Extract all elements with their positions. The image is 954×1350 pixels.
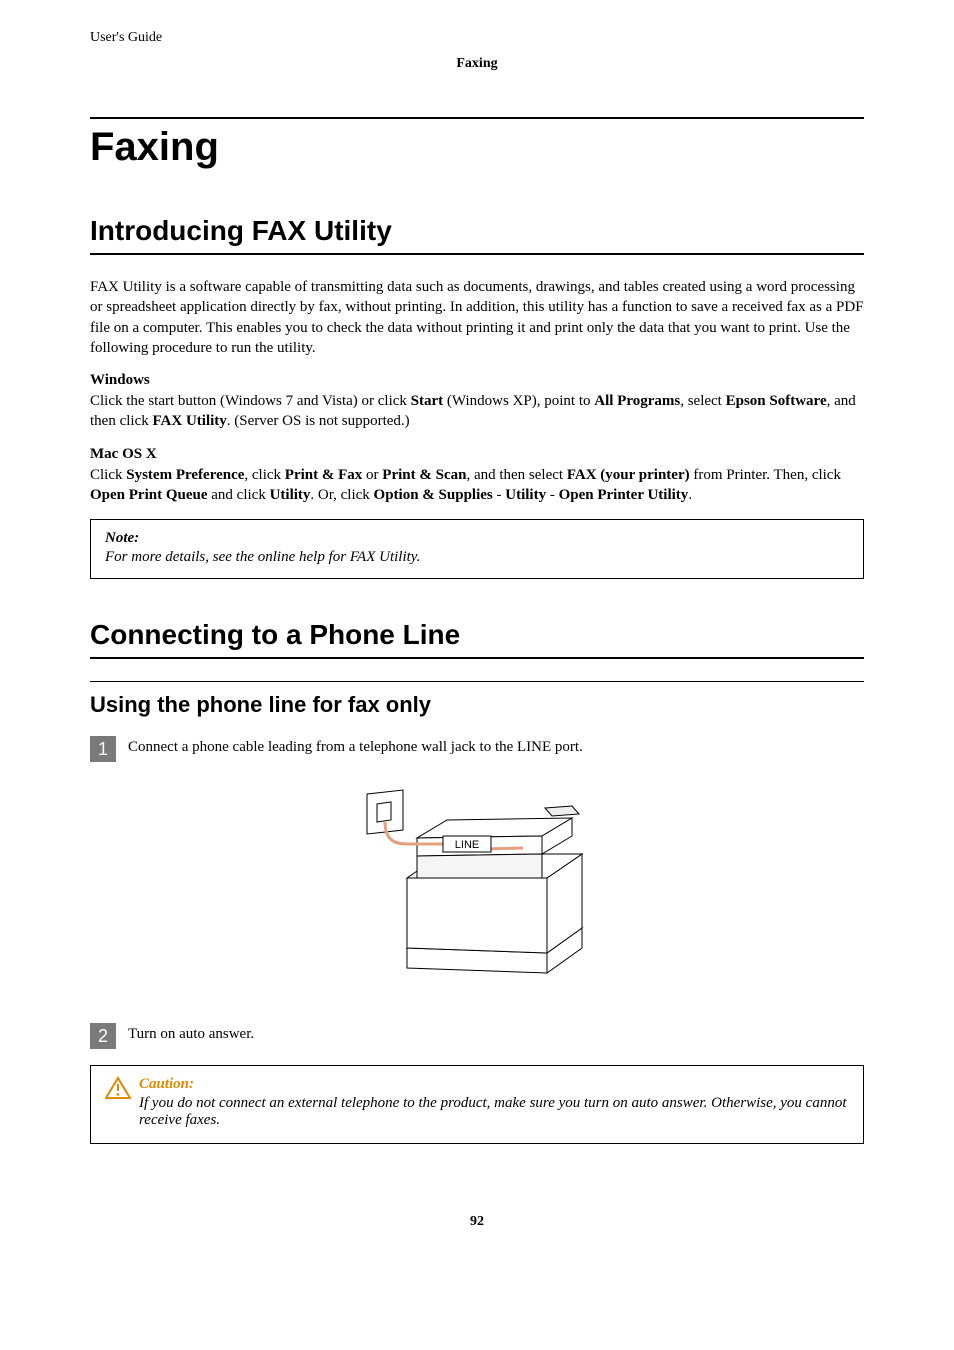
text: , click	[244, 467, 284, 483]
step-2: 2 Turn on auto answer.	[90, 1023, 864, 1049]
windows-instructions: Click the start button (Windows 7 and Vi…	[90, 391, 864, 432]
step-number-1: 1	[90, 736, 116, 762]
text: or	[362, 467, 382, 483]
bold: Print & Scan	[382, 467, 466, 483]
bold: All Programs	[594, 393, 680, 409]
bold: FAX (your printer)	[567, 467, 690, 483]
bold: Start	[411, 393, 444, 409]
line-port-label: LINE	[455, 839, 479, 851]
note-title: Note:	[105, 530, 849, 547]
bold: Option & Supplies	[374, 487, 493, 503]
caution-box: Caution: If you do not connect an extern…	[90, 1065, 864, 1144]
bold: FAX Utility	[152, 413, 226, 429]
step-number-2: 2	[90, 1023, 116, 1049]
bold: Utility	[505, 487, 546, 503]
heading-fax-only: Using the phone line for fax only	[90, 692, 864, 718]
rule-below-h2-intro	[90, 253, 864, 255]
bold: Print & Fax	[285, 467, 362, 483]
heading-introducing: Introducing FAX Utility	[90, 215, 864, 247]
intro-paragraph: FAX Utility is a software capable of tra…	[90, 277, 864, 358]
caution-body: If you do not connect an external teleph…	[139, 1095, 849, 1129]
text: Click the start button (Windows 7 and Vi…	[90, 393, 411, 409]
text: , and then select	[466, 467, 566, 483]
bold: System Preference	[126, 467, 244, 483]
text: , select	[680, 393, 725, 409]
text: . Or, click	[310, 487, 373, 503]
bold: Epson Software	[726, 393, 827, 409]
note-body: For more details, see the online help fo…	[105, 549, 849, 566]
section-topic: Faxing	[90, 56, 864, 72]
caution-icon	[105, 1076, 133, 1105]
bold: Open Print Queue	[90, 487, 208, 503]
printer-illustration: LINE	[347, 778, 607, 988]
text: (Windows XP), point to	[443, 393, 594, 409]
rule-below-h2-connect	[90, 657, 864, 659]
text: -	[493, 487, 506, 503]
step-1: 1 Connect a phone cable leading from a t…	[90, 736, 864, 762]
page-number: 92	[90, 1214, 864, 1230]
rule-above-h3	[90, 681, 864, 682]
text: . (Server OS is not supported.)	[227, 413, 410, 429]
note-box: Note: For more details, see the online h…	[90, 519, 864, 579]
mac-label: Mac OS X	[90, 446, 864, 463]
text: -	[546, 487, 559, 503]
text: .	[688, 487, 692, 503]
step-2-text: Turn on auto answer.	[128, 1023, 254, 1043]
page-title: Faxing	[90, 125, 864, 170]
caution-title: Caution:	[139, 1076, 194, 1092]
text: from Printer. Then, click	[690, 467, 841, 483]
running-head: User's Guide	[90, 30, 864, 46]
bold: Open Printer Utility	[559, 487, 689, 503]
rule-above-h1	[90, 117, 864, 119]
windows-label: Windows	[90, 372, 864, 389]
mac-instructions: Click System Preference, click Print & F…	[90, 465, 864, 506]
figure-printer-line: LINE	[90, 778, 864, 993]
text: Click	[90, 467, 126, 483]
bold: Utility	[270, 487, 311, 503]
text: and click	[208, 487, 270, 503]
step-1-text: Connect a phone cable leading from a tel…	[128, 736, 583, 756]
heading-connecting: Connecting to a Phone Line	[90, 619, 864, 651]
